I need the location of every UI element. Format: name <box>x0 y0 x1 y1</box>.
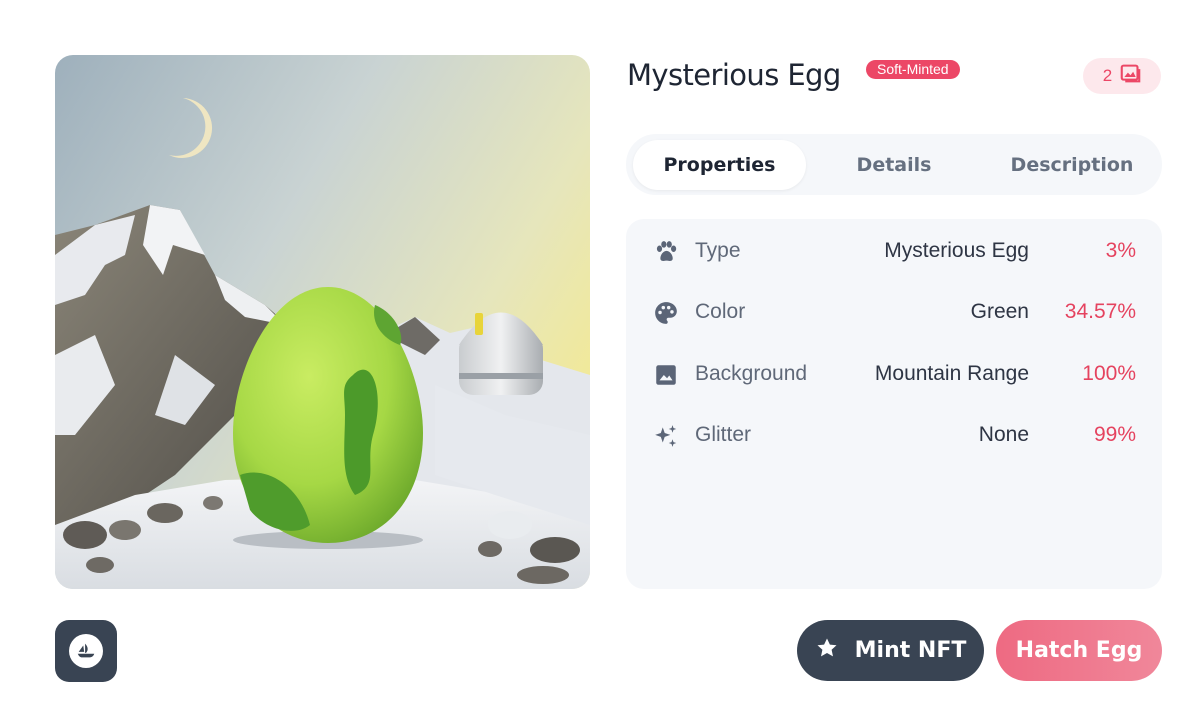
property-row-glitter: Glitter None 99% <box>626 415 1162 455</box>
opensea-button[interactable] <box>55 620 117 682</box>
property-row-background: Background Mountain Range 100% <box>626 354 1162 394</box>
status-badge: Soft-Minted <box>866 60 960 79</box>
tab-description[interactable]: Description <box>984 140 1160 190</box>
property-value: None <box>978 423 1029 446</box>
properties-panel: Type Mysterious Egg 3% Color Green 34.57… <box>626 219 1162 589</box>
star-icon <box>815 636 839 666</box>
property-row-type: Type Mysterious Egg 3% <box>626 231 1162 271</box>
tab-details[interactable]: Details <box>820 140 968 190</box>
gallery-icon <box>1120 63 1141 89</box>
property-name: Color <box>695 300 746 323</box>
paw-icon <box>653 239 679 265</box>
property-rarity: 34.57% <box>1064 300 1136 323</box>
property-rarity: 100% <box>1082 362 1136 385</box>
sparkles-icon <box>653 423 679 449</box>
opensea-icon <box>69 634 103 668</box>
page-title: Mysterious Egg <box>627 58 841 92</box>
palette-icon <box>653 300 679 326</box>
mint-nft-label: Mint NFT <box>854 638 967 663</box>
mint-nft-button[interactable]: Mint NFT <box>797 620 984 681</box>
property-value: Mountain Range <box>874 362 1029 385</box>
egg-artwork-image <box>55 55 590 589</box>
property-name: Type <box>695 239 741 262</box>
tab-bar: Properties Details Description <box>626 134 1162 195</box>
property-name: Background <box>695 362 808 385</box>
gallery-button[interactable]: 2 <box>1083 58 1161 94</box>
tab-properties[interactable]: Properties <box>633 140 806 190</box>
property-rarity: 99% <box>1093 423 1136 446</box>
image-icon <box>653 362 679 388</box>
property-value: Green <box>970 300 1029 323</box>
property-row-color: Color Green 34.57% <box>626 292 1162 332</box>
property-value: Mysterious Egg <box>884 239 1029 262</box>
hatch-egg-button[interactable]: Hatch Egg <box>996 620 1162 681</box>
property-name: Glitter <box>695 423 752 446</box>
property-rarity: 3% <box>1105 239 1136 262</box>
image-count: 2 <box>1102 66 1113 85</box>
